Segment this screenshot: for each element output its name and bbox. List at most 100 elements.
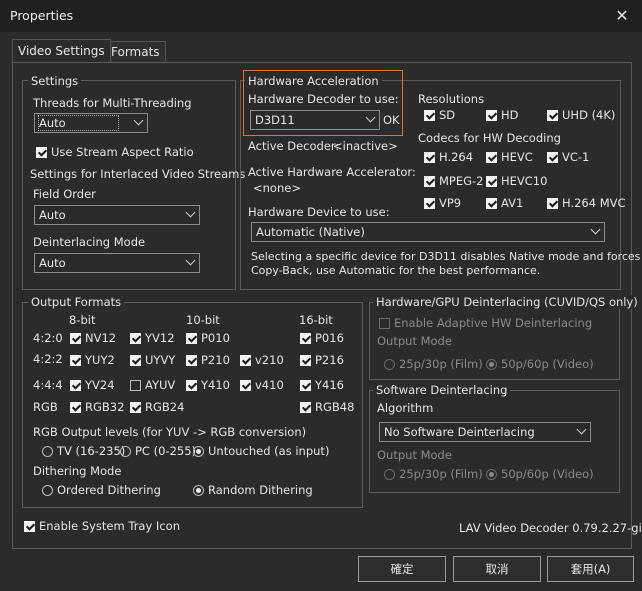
sw-output-mode-label: Output Mode — [377, 448, 452, 462]
hw-decoder-select[interactable]: D3D11 — [250, 110, 380, 130]
fmt-y410-checkbox[interactable] — [186, 380, 197, 391]
hw-decoder-status: OK — [383, 113, 400, 127]
fmt-p216-checkbox[interactable] — [300, 355, 311, 366]
codec-hevc-checkbox[interactable] — [486, 152, 497, 163]
fmt-nv12-label: NV12 — [85, 331, 117, 345]
fmt-v410-checkbox[interactable] — [240, 380, 251, 391]
hw-device-value: Automatic (Native) — [256, 225, 365, 239]
fmt-rgb32-label: RGB32 — [85, 400, 125, 414]
hw-device-note-2: Copy-Back, use Automatic for the best pe… — [251, 264, 541, 277]
fmt-yv12-label: YV12 — [145, 331, 175, 345]
hw-mode-video-radio[interactable] — [486, 359, 497, 370]
res-sd-checkbox[interactable] — [424, 110, 435, 121]
sw-mode-film-radio[interactable] — [384, 469, 395, 480]
fmt-p210-checkbox[interactable] — [186, 355, 197, 366]
codec-mpeg2-checkbox[interactable] — [424, 176, 435, 187]
codec-av1-checkbox[interactable] — [486, 198, 497, 209]
fmt-yv24-label: YV24 — [85, 378, 115, 392]
levels-pc-radio[interactable] — [120, 446, 131, 457]
fmt-rgb48-label: RGB48 — [315, 400, 355, 414]
hw-mode-film-radio[interactable] — [384, 359, 395, 370]
codec-hevc10-label: HEVC10 — [501, 174, 548, 188]
col-16bit: 16-bit — [299, 313, 333, 327]
sw-mode-video-label: 50p/60p (Video) — [501, 467, 594, 481]
stream-aspect-label: Use Stream Aspect Ratio — [51, 145, 194, 159]
fmt-rgb24-checkbox[interactable] — [130, 402, 141, 413]
fmt-uyvy-label: UYVY — [145, 353, 176, 367]
ok-button[interactable]: 確定 — [358, 556, 446, 582]
levels-tv-label: TV (16-235) — [57, 444, 126, 458]
codec-hevc10-checkbox[interactable] — [486, 176, 497, 187]
field-order-select[interactable]: Auto — [34, 205, 200, 225]
hw-device-label: Hardware Device to use: — [248, 205, 390, 219]
fmt-yuy2-checkbox[interactable] — [70, 355, 81, 366]
chevron-down-icon — [576, 424, 587, 435]
fmt-y416-checkbox[interactable] — [300, 380, 311, 391]
codec-vc1-label: VC-1 — [562, 150, 590, 164]
fmt-ayuv-checkbox[interactable] — [130, 380, 141, 391]
adaptive-deint-checkbox[interactable] — [379, 318, 390, 329]
close-icon[interactable]: ✕ — [606, 3, 638, 29]
stream-aspect-checkbox[interactable] — [36, 147, 47, 158]
fmt-yv12-checkbox[interactable] — [130, 333, 141, 344]
tray-icon-checkbox[interactable] — [24, 521, 35, 532]
fmt-nv12-checkbox[interactable] — [70, 333, 81, 344]
settings-legend: Settings — [28, 74, 82, 88]
chevron-down-icon — [185, 207, 196, 218]
levels-tv-radio[interactable] — [42, 446, 53, 457]
sw-mode-film-label: 25p/30p (Film) — [399, 467, 483, 481]
fmt-p016-checkbox[interactable] — [300, 333, 311, 344]
row-420-label: 4:2:0 — [33, 331, 63, 345]
codec-h264mvc-label: H.264 MVC — [562, 196, 626, 210]
deint-mode-label: Deinterlacing Mode — [33, 235, 146, 249]
row-422-label: 4:2:2 — [33, 352, 63, 366]
fmt-p010-checkbox[interactable] — [186, 333, 197, 344]
codec-av1-label: AV1 — [501, 196, 524, 210]
dither-ordered-radio[interactable] — [42, 485, 53, 496]
deint-mode-select[interactable]: Auto — [34, 253, 200, 273]
hw-device-note-1: Selecting a specific device for D3D11 di… — [251, 250, 641, 263]
threads-value: Auto — [38, 115, 119, 131]
fmt-p010-label: P010 — [201, 331, 230, 345]
levels-untouched-radio[interactable] — [193, 446, 204, 457]
codecs-label: Codecs for HW Decoding — [418, 131, 561, 145]
fmt-v210-checkbox[interactable] — [240, 355, 251, 366]
dither-random-radio[interactable] — [193, 485, 204, 496]
tab-formats[interactable]: Formats — [105, 41, 166, 62]
cancel-button[interactable]: 取消 — [453, 556, 541, 582]
dither-label: Dithering Mode — [33, 464, 122, 478]
dither-random-label: Random Dithering — [208, 483, 313, 497]
fmt-p216-label: P216 — [315, 353, 344, 367]
row-rgb-label: RGB — [33, 400, 58, 414]
threads-select[interactable]: Auto — [34, 113, 148, 133]
adaptive-deint-label: Enable Adaptive HW Deinterlacing — [394, 316, 593, 330]
codec-vp9-checkbox[interactable] — [424, 198, 435, 209]
tray-icon-label: Enable System Tray Icon — [39, 519, 180, 533]
interlaced-label: Settings for Interlaced Video Streams — [30, 167, 246, 181]
active-accel-label: Active Hardware Accelerator: — [248, 165, 416, 179]
field-order-label: Field Order — [33, 187, 96, 201]
codec-h264mvc-checkbox[interactable] — [547, 198, 558, 209]
version-label: LAV Video Decoder 0.79.2.27-git — [459, 521, 642, 535]
sw-mode-video-radio[interactable] — [486, 469, 497, 480]
fmt-v210-label: v210 — [255, 353, 284, 367]
codec-h264-checkbox[interactable] — [424, 152, 435, 163]
res-hd-checkbox[interactable] — [486, 110, 497, 121]
sw-algorithm-select[interactable]: No Software Deinterlacing — [379, 422, 591, 442]
fmt-rgb32-checkbox[interactable] — [70, 402, 81, 413]
codec-vp9-label: VP9 — [439, 196, 462, 210]
apply-button[interactable]: 套用(A) — [547, 556, 634, 582]
codec-vc1-checkbox[interactable] — [547, 152, 558, 163]
res-sd-label: SD — [439, 108, 456, 122]
fmt-yv24-checkbox[interactable] — [70, 380, 81, 391]
res-uhd-checkbox[interactable] — [547, 110, 558, 121]
fmt-yuy2-label: YUY2 — [85, 353, 115, 367]
fmt-rgb48-checkbox[interactable] — [300, 402, 311, 413]
output-formats-legend: Output Formats — [28, 295, 125, 309]
fmt-uyvy-checkbox[interactable] — [130, 355, 141, 366]
tab-video-settings[interactable]: Video Settings — [12, 39, 111, 62]
fmt-y416-label: Y416 — [315, 378, 344, 392]
fmt-ayuv-label: AYUV — [145, 378, 176, 392]
deint-mode-value: Auto — [39, 256, 66, 270]
hw-device-select[interactable]: Automatic (Native) — [251, 222, 605, 242]
